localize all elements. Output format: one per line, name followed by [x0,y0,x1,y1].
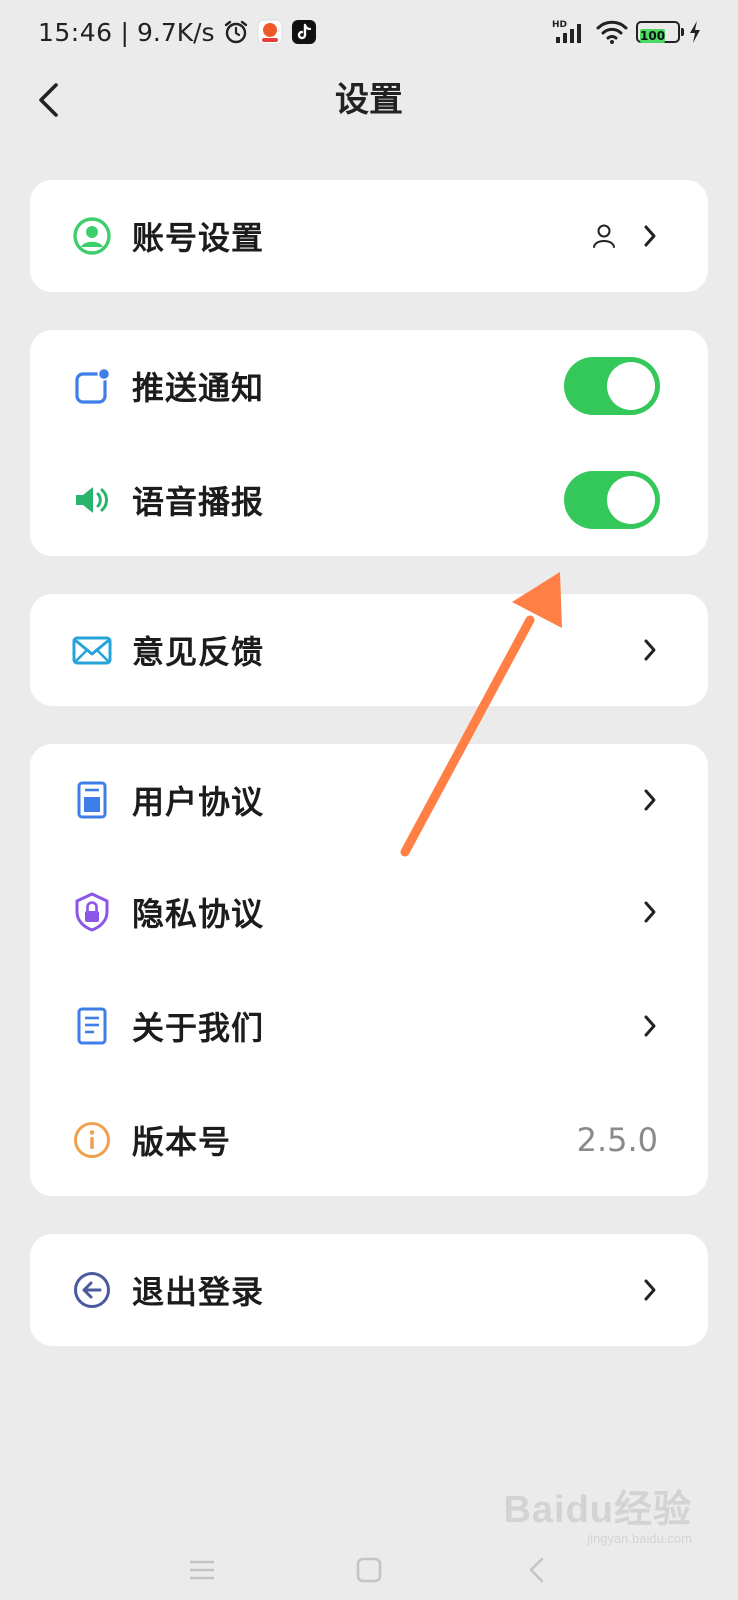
feedback-label: 意见反馈 [132,633,265,671]
page-title: 设置 [335,80,403,120]
menu-icon [190,1560,214,1580]
logout-right [642,1278,658,1302]
document-lines-icon [72,1006,112,1046]
about-right [642,1014,658,1038]
battery-level: 100 [640,29,666,43]
version-row: 版本号 2.5.0 [30,1084,708,1196]
chevron-right-icon [642,1278,658,1302]
svg-text:HD: HD [552,20,567,30]
logout-label: 退出登录 [132,1273,265,1311]
back-nav-button[interactable] [516,1550,556,1590]
info-icon [72,1120,112,1160]
chevron-right-icon [642,224,658,248]
battery-indicator: 100 [636,21,684,43]
menu-nav-button[interactable] [182,1550,222,1590]
header: 设置 [0,60,738,140]
feedback-card: 意见反馈 [30,594,708,706]
push-notification-row: 推送通知 [30,330,708,442]
account-right [592,223,658,249]
push-notification-toggle[interactable] [564,357,660,415]
user-avatar-icon [593,224,615,248]
account-icon [72,216,112,256]
logout-row[interactable]: 退出登录 [30,1234,708,1346]
user-agreement-row[interactable]: 用户协议 [30,744,708,856]
version-value: 2.5.0 [576,1121,658,1159]
status-separator: | [120,17,129,47]
charging-icon [690,21,700,43]
user-agreement-right [642,788,658,812]
about-us-row[interactable]: 关于我们 [30,970,708,1082]
privacy-right [642,900,658,924]
voice-broadcast-row: 语音播报 [30,444,708,556]
status-notification-icons [223,19,317,45]
notification-card: 推送通知 语音播报 [30,330,708,556]
status-net-speed: 9.7K/s [136,17,215,47]
version-right: 2.5.0 [577,1121,658,1159]
push-notification-icon [72,366,112,406]
signal-icon: HD [552,20,581,43]
account-card: 账号设置 [30,180,708,292]
speaker-icon [72,480,112,520]
shield-lock-icon [72,892,112,932]
home-square-icon [356,1557,382,1583]
toggle-knob [607,476,655,524]
push-notification-label: 推送通知 [132,369,265,407]
mail-icon [72,630,112,670]
watermark: Baidu经验 jingyan.baidu.com [503,1478,692,1546]
navigation-bar [0,1540,738,1600]
push-right [564,357,660,415]
account-settings-label: 账号设置 [132,219,265,257]
chevron-right-icon [642,1014,658,1038]
wifi-icon [596,20,628,44]
back-triangle-icon [529,1557,544,1583]
status-bar: 15:46 | 9.7K/s HD 100 [0,0,738,64]
settings-screen: 15:46 | 9.7K/s HD 100 设置 账号设置 推送通知 语音播报 … [0,0,738,1600]
alarm-icon [224,20,247,44]
voice-broadcast-label: 语音播报 [132,483,265,521]
app-notification-icon [257,19,283,45]
tiktok-icon [291,20,316,44]
voice-broadcast-toggle[interactable] [564,471,660,529]
info-card: 用户协议 隐私协议 关于我们 版本号 2.5.0 [30,744,708,1196]
version-label: 版本号 [132,1123,232,1161]
feedback-row[interactable]: 意见反馈 [30,594,708,706]
toggle-knob [607,362,655,410]
watermark-main: Baidu经验 [503,1489,692,1531]
chevron-right-icon [642,638,658,662]
account-settings-row[interactable]: 账号设置 [30,180,708,292]
status-system-icons: HD 100 [552,19,702,45]
chevron-right-icon [642,788,658,812]
user-agreement-label: 用户协议 [132,783,265,821]
home-nav-button[interactable] [349,1550,389,1590]
feedback-right [642,638,658,662]
privacy-agreement-label: 隐私协议 [132,895,265,933]
status-time: 15:46 [38,17,113,47]
logout-card: 退出登录 [30,1234,708,1346]
privacy-agreement-row[interactable]: 隐私协议 [30,856,708,968]
logout-arrow-icon [72,1270,112,1310]
about-us-label: 关于我们 [132,1009,265,1047]
document-icon [72,780,112,820]
chevron-right-icon [642,900,658,924]
voice-right [564,471,660,529]
